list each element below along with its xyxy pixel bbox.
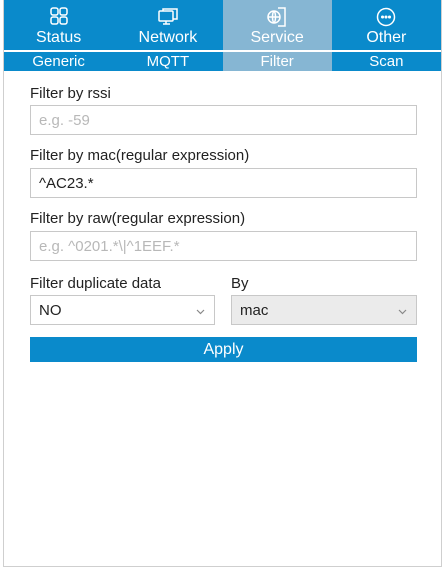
tab-network-label: Network (138, 29, 198, 46)
duplicate-select[interactable]: NO (30, 295, 215, 325)
chevron-down-icon (196, 309, 205, 315)
rssi-input[interactable] (30, 105, 417, 135)
by-label: By (231, 275, 249, 292)
tab-status-label: Status (35, 29, 82, 46)
by-select-value: mac (240, 301, 269, 319)
duplicate-select-value: NO (39, 301, 62, 319)
by-select[interactable]: mac (231, 295, 417, 325)
top-navigation: Status Network Service Other (4, 0, 441, 50)
app-frame: Status Network Service Other Generic MQT… (3, 0, 442, 567)
tab-service[interactable]: Service (222, 0, 332, 50)
subtab-generic[interactable]: Generic (4, 52, 113, 71)
tab-service-label: Service (250, 29, 304, 46)
chevron-down-icon (398, 309, 407, 315)
apply-button[interactable]: Apply (30, 337, 417, 362)
mac-input[interactable] (30, 168, 417, 198)
rssi-label: Filter by rssi (30, 85, 111, 102)
mac-label: Filter by mac(regular expression) (30, 147, 250, 164)
duplicate-label: Filter duplicate data (30, 275, 161, 292)
subtab-scan[interactable]: Scan (332, 52, 441, 71)
globe-doc-icon (267, 7, 286, 27)
monitor-icon (158, 8, 178, 25)
tab-network[interactable]: Network (113, 0, 222, 50)
raw-input[interactable] (30, 231, 417, 261)
ellipsis-circle-icon (377, 7, 396, 27)
grid-icon (49, 7, 68, 25)
subtab-filter[interactable]: Filter (222, 52, 332, 71)
subtab-mqtt[interactable]: MQTT (113, 52, 222, 71)
tab-other[interactable]: Other (332, 0, 441, 50)
raw-label: Filter by raw(regular expression) (30, 210, 246, 227)
tab-status[interactable]: Status (4, 0, 113, 50)
sub-navigation: Generic MQTT Filter Scan (4, 52, 441, 71)
tab-other-label: Other (366, 29, 407, 46)
